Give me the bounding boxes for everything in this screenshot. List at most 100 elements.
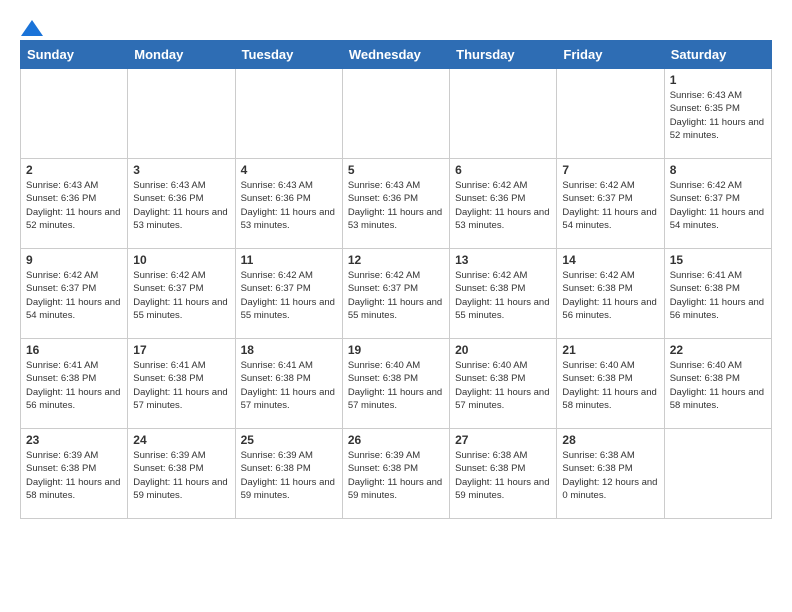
- calendar-week-4: 16 Sunrise: 6:41 AM Sunset: 6:38 PM Dayli…: [21, 339, 772, 429]
- day-number: 22: [670, 343, 766, 357]
- day-number: 11: [241, 253, 337, 267]
- day-info: Sunrise: 6:42 AM Sunset: 6:38 PM Dayligh…: [455, 269, 551, 322]
- day-number: 2: [26, 163, 122, 177]
- weekday-header-monday: Monday: [128, 41, 235, 69]
- calendar-cell: 9 Sunrise: 6:42 AM Sunset: 6:37 PM Daylig…: [21, 249, 128, 339]
- day-info: Sunrise: 6:38 AM Sunset: 6:38 PM Dayligh…: [455, 449, 551, 502]
- calendar-cell: 25 Sunrise: 6:39 AM Sunset: 6:38 PM Dayli…: [235, 429, 342, 519]
- day-number: 26: [348, 433, 444, 447]
- day-number: 18: [241, 343, 337, 357]
- calendar-cell: [235, 69, 342, 159]
- calendar-cell: 17 Sunrise: 6:41 AM Sunset: 6:38 PM Dayli…: [128, 339, 235, 429]
- day-number: 27: [455, 433, 551, 447]
- calendar-cell: 11Sunrise: 6:42 AM Sunset: 6:37 PM Dayli…: [235, 249, 342, 339]
- calendar-cell: [21, 69, 128, 159]
- day-info: Sunrise: 6:42 AM Sunset: 6:37 PM Dayligh…: [26, 269, 122, 322]
- weekday-header-sunday: Sunday: [21, 41, 128, 69]
- calendar-cell: 24 Sunrise: 6:39 AM Sunset: 6:38 PM Dayli…: [128, 429, 235, 519]
- page-header: [20, 20, 772, 32]
- calendar-cell: 22 Sunrise: 6:40 AM Sunset: 6:38 PM Dayli…: [664, 339, 771, 429]
- calendar-week-3: 9 Sunrise: 6:42 AM Sunset: 6:37 PM Daylig…: [21, 249, 772, 339]
- day-number: 24: [133, 433, 229, 447]
- day-info: Sunrise: 6:43 AM Sunset: 6:36 PM Dayligh…: [26, 179, 122, 232]
- weekday-header-tuesday: Tuesday: [235, 41, 342, 69]
- day-number: 12: [348, 253, 444, 267]
- calendar-cell: 27 Sunrise: 6:38 AM Sunset: 6:38 PM Dayli…: [450, 429, 557, 519]
- day-number: 15: [670, 253, 766, 267]
- day-info: Sunrise: 6:42 AM Sunset: 6:38 PM Dayligh…: [562, 269, 658, 322]
- day-info: Sunrise: 6:42 AM Sunset: 6:37 PM Dayligh…: [562, 179, 658, 232]
- day-info: Sunrise: 6:41 AM Sunset: 6:38 PM Dayligh…: [26, 359, 122, 412]
- day-info: Sunrise: 6:41 AM Sunset: 6:38 PM Dayligh…: [241, 359, 337, 412]
- day-number: 4: [241, 163, 337, 177]
- page-container: SundayMondayTuesdayWednesdayThursdayFrid…: [20, 20, 772, 519]
- day-info: Sunrise: 6:41 AM Sunset: 6:38 PM Dayligh…: [670, 269, 766, 322]
- calendar-cell: 19Sunrise: 6:40 AM Sunset: 6:38 PM Dayli…: [342, 339, 449, 429]
- calendar-cell: 18 Sunrise: 6:41 AM Sunset: 6:38 PM Dayli…: [235, 339, 342, 429]
- day-number: 10: [133, 253, 229, 267]
- day-number: 3: [133, 163, 229, 177]
- day-number: 20: [455, 343, 551, 357]
- calendar-week-5: 23 Sunrise: 6:39 AM Sunset: 6:38 PM Dayli…: [21, 429, 772, 519]
- calendar-cell: 28Sunrise: 6:38 AM Sunset: 6:38 PM Dayli…: [557, 429, 664, 519]
- calendar-cell: 14 Sunrise: 6:42 AM Sunset: 6:38 PM Dayli…: [557, 249, 664, 339]
- day-number: 7: [562, 163, 658, 177]
- calendar-cell: 20 Sunrise: 6:40 AM Sunset: 6:38 PM Dayli…: [450, 339, 557, 429]
- logo-icon: [21, 20, 43, 36]
- day-info: Sunrise: 6:40 AM Sunset: 6:38 PM Dayligh…: [455, 359, 551, 412]
- day-number: 25: [241, 433, 337, 447]
- day-info: Sunrise: 6:39 AM Sunset: 6:38 PM Dayligh…: [348, 449, 444, 502]
- day-info: Sunrise: 6:39 AM Sunset: 6:38 PM Dayligh…: [133, 449, 229, 502]
- calendar-cell: [342, 69, 449, 159]
- day-number: 6: [455, 163, 551, 177]
- calendar-cell: 3 Sunrise: 6:43 AM Sunset: 6:36 PM Daylig…: [128, 159, 235, 249]
- calendar-week-2: 2 Sunrise: 6:43 AM Sunset: 6:36 PM Daylig…: [21, 159, 772, 249]
- logo: [20, 20, 44, 32]
- calendar-cell: [450, 69, 557, 159]
- day-info: Sunrise: 6:43 AM Sunset: 6:36 PM Dayligh…: [241, 179, 337, 232]
- day-number: 23: [26, 433, 122, 447]
- calendar-cell: 7 Sunrise: 6:42 AM Sunset: 6:37 PM Daylig…: [557, 159, 664, 249]
- calendar-table: SundayMondayTuesdayWednesdayThursdayFrid…: [20, 40, 772, 519]
- calendar-cell: 15 Sunrise: 6:41 AM Sunset: 6:38 PM Dayli…: [664, 249, 771, 339]
- calendar-cell: [557, 69, 664, 159]
- day-info: Sunrise: 6:43 AM Sunset: 6:36 PM Dayligh…: [133, 179, 229, 232]
- calendar-cell: [664, 429, 771, 519]
- day-number: 5: [348, 163, 444, 177]
- calendar-cell: 26 Sunrise: 6:39 AM Sunset: 6:38 PM Dayli…: [342, 429, 449, 519]
- day-number: 16: [26, 343, 122, 357]
- calendar-cell: 16 Sunrise: 6:41 AM Sunset: 6:38 PM Dayli…: [21, 339, 128, 429]
- day-info: Sunrise: 6:42 AM Sunset: 6:37 PM Dayligh…: [670, 179, 766, 232]
- day-info: Sunrise: 6:40 AM Sunset: 6:38 PM Dayligh…: [670, 359, 766, 412]
- day-number: 14: [562, 253, 658, 267]
- day-info: Sunrise: 6:41 AM Sunset: 6:38 PM Dayligh…: [133, 359, 229, 412]
- day-number: 13: [455, 253, 551, 267]
- day-number: 17: [133, 343, 229, 357]
- day-number: 1: [670, 73, 766, 87]
- calendar-cell: 12 Sunrise: 6:42 AM Sunset: 6:37 PM Dayli…: [342, 249, 449, 339]
- day-info: Sunrise: 6:39 AM Sunset: 6:38 PM Dayligh…: [26, 449, 122, 502]
- calendar-cell: 2 Sunrise: 6:43 AM Sunset: 6:36 PM Daylig…: [21, 159, 128, 249]
- day-info: Sunrise: 6:42 AM Sunset: 6:37 PM Dayligh…: [133, 269, 229, 322]
- weekday-header-wednesday: Wednesday: [342, 41, 449, 69]
- calendar-cell: 6 Sunrise: 6:42 AM Sunset: 6:36 PM Daylig…: [450, 159, 557, 249]
- calendar-cell: 8 Sunrise: 6:42 AM Sunset: 6:37 PM Daylig…: [664, 159, 771, 249]
- weekday-header-friday: Friday: [557, 41, 664, 69]
- day-info: Sunrise: 6:43 AM Sunset: 6:35 PM Dayligh…: [670, 89, 766, 142]
- calendar-cell: 21Sunrise: 6:40 AM Sunset: 6:38 PM Dayli…: [557, 339, 664, 429]
- calendar-header-row: SundayMondayTuesdayWednesdayThursdayFrid…: [21, 41, 772, 69]
- calendar-cell: [128, 69, 235, 159]
- day-number: 8: [670, 163, 766, 177]
- calendar-cell: 13 Sunrise: 6:42 AM Sunset: 6:38 PM Dayli…: [450, 249, 557, 339]
- day-info: Sunrise: 6:42 AM Sunset: 6:37 PM Dayligh…: [348, 269, 444, 322]
- day-number: 21: [562, 343, 658, 357]
- calendar-cell: 4 Sunrise: 6:43 AM Sunset: 6:36 PM Daylig…: [235, 159, 342, 249]
- day-info: Sunrise: 6:42 AM Sunset: 6:36 PM Dayligh…: [455, 179, 551, 232]
- calendar-cell: 5Sunrise: 6:43 AM Sunset: 6:36 PM Daylig…: [342, 159, 449, 249]
- calendar-cell: 1 Sunrise: 6:43 AM Sunset: 6:35 PM Daylig…: [664, 69, 771, 159]
- day-number: 28: [562, 433, 658, 447]
- calendar-cell: 23 Sunrise: 6:39 AM Sunset: 6:38 PM Dayli…: [21, 429, 128, 519]
- day-info: Sunrise: 6:39 AM Sunset: 6:38 PM Dayligh…: [241, 449, 337, 502]
- day-number: 9: [26, 253, 122, 267]
- weekday-header-thursday: Thursday: [450, 41, 557, 69]
